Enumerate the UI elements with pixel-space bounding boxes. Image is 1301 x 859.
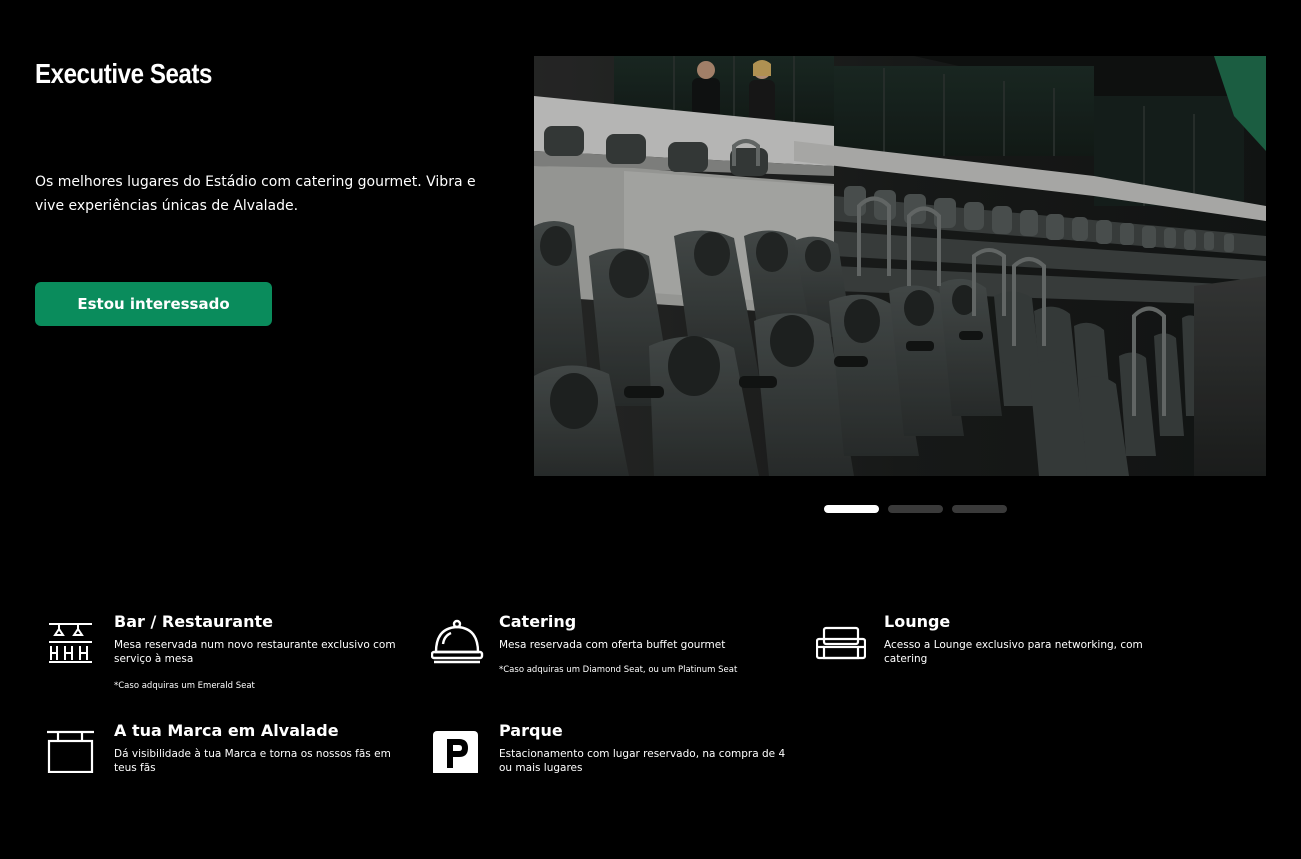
- feature-note: *Caso adquiras um Emerald Seat: [114, 681, 255, 691]
- feature-title: Catering: [499, 612, 577, 631]
- feature-note: *Caso adquiras um Diamond Seat, ou um Pl…: [499, 665, 738, 675]
- carousel-pagination: [824, 505, 1007, 513]
- feature-description: Dá visibilidade à tua Marca e torna os n…: [114, 748, 391, 774]
- feature-title: Bar / Restaurante: [114, 612, 273, 631]
- feature-description: Mesa reservada num novo restaurante excl…: [114, 639, 396, 665]
- feature-description: Mesa reservada com oferta buffet gourmet: [499, 639, 726, 651]
- parking-icon: [431, 723, 481, 773]
- feature-title: Parque: [499, 721, 563, 740]
- feature-text: A tua Marca em Alvalade Dá visibilidade …: [114, 721, 404, 775]
- hero-carousel-image: [534, 56, 1266, 476]
- feature-title: Lounge: [884, 612, 951, 631]
- feature-text: Catering Mesa reservada com oferta buffe…: [499, 612, 789, 676]
- lounge-sofa-icon: [816, 614, 866, 664]
- page-title: Executive Seats: [35, 58, 212, 89]
- feature-text: Bar / Restaurante Mesa reservada num nov…: [114, 612, 404, 692]
- carousel-dot-3[interactable]: [952, 505, 1007, 513]
- feature-description: Estacionamento com lugar reservado, na c…: [499, 748, 786, 774]
- interested-button[interactable]: Estou interessado: [35, 282, 272, 326]
- carousel-dot-1[interactable]: [824, 505, 879, 513]
- feature-description: Acesso a Lounge exclusivo para networkin…: [884, 639, 1143, 665]
- catering-bell-icon: [431, 614, 484, 664]
- hero-description: Os melhores lugares do Estádio com cater…: [35, 174, 476, 214]
- stadium-seats-image: [534, 56, 1266, 476]
- feature-title: A tua Marca em Alvalade: [114, 721, 339, 740]
- bar-restaurant-icon: [46, 614, 96, 664]
- page: Executive Seats Os melhores lugares do E…: [0, 0, 1301, 859]
- brand-billboard-icon: [46, 723, 96, 773]
- feature-text: Parque Estacionamento com lugar reservad…: [499, 721, 789, 775]
- feature-text: Lounge Acesso a Lounge exclusivo para ne…: [884, 612, 1174, 666]
- carousel-dot-2[interactable]: [888, 505, 943, 513]
